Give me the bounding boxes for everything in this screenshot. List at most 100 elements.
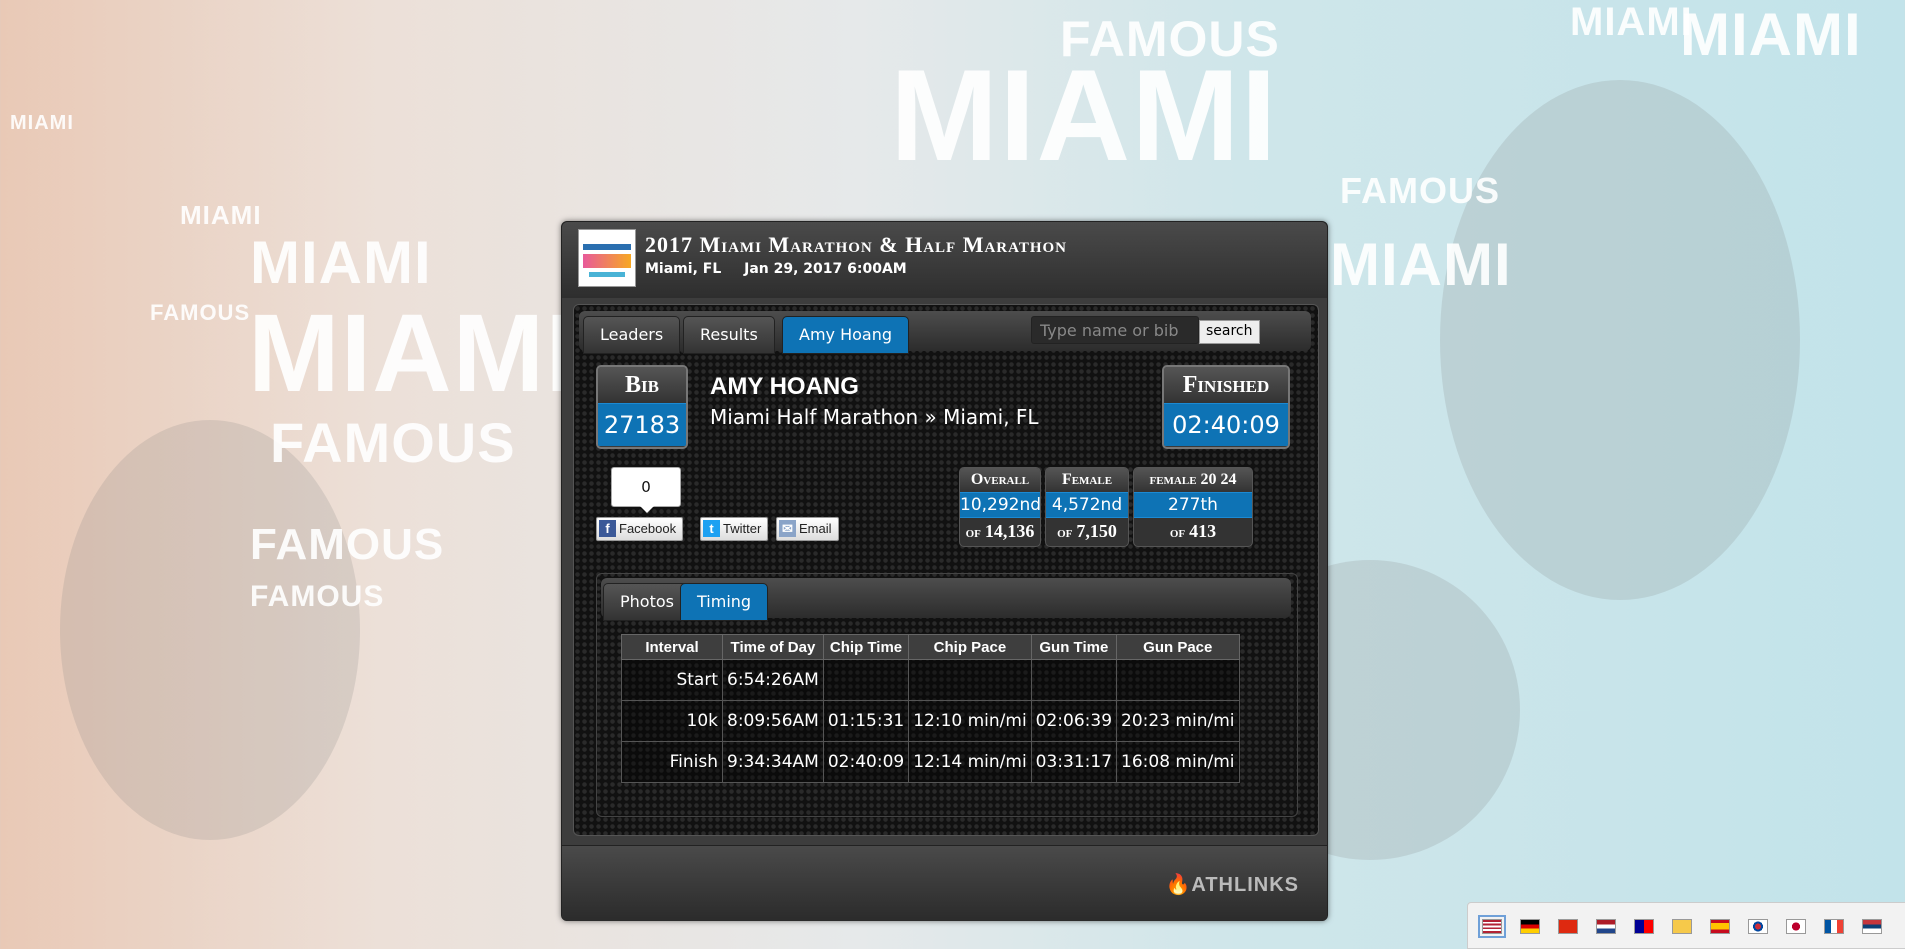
event-header: 2017 Miami Marathon & Half Marathon Miam… — [562, 222, 1327, 298]
table-cell: 12:10 min/mi — [908, 700, 1032, 742]
rank-total: of 7,150 — [1057, 521, 1117, 541]
rank-total: of 413 — [1169, 521, 1217, 541]
twitter-button[interactable]: t Twitter — [700, 517, 769, 541]
search-input[interactable] — [1031, 316, 1199, 344]
table-cell: 16:08 min/mi — [1116, 741, 1240, 783]
rank-gender: Female 4,572nd of 7,150 — [1045, 467, 1129, 547]
event-location: Miami, FL — [645, 261, 722, 277]
table-cell — [1030, 659, 1118, 701]
table-cell: 8:09:56AM — [722, 700, 824, 742]
timing-header-row: Interval Time of Day Chip Time Chip Pace… — [621, 634, 1240, 660]
flag-cn-icon[interactable] — [1558, 919, 1578, 934]
finish-time: 02:40:09 — [1164, 403, 1288, 446]
finished-box: Finished 02:40:09 — [1162, 365, 1290, 449]
table-row: Start 6:54:26AM — [621, 659, 1240, 701]
table-cell: 12:14 min/mi — [908, 741, 1032, 783]
bg-word: MIAMI — [1570, 0, 1693, 44]
main-tabbar: Leaders Results Amy Hoang search — [579, 311, 1311, 354]
table-cell: 6:54:26AM — [722, 659, 824, 701]
flame-icon: 🔥 — [1165, 874, 1192, 896]
col-header: Gun Pace — [1116, 634, 1240, 660]
twitter-label: Twitter — [723, 521, 762, 536]
col-header: Time of Day — [722, 634, 824, 660]
email-label: Email — [799, 521, 832, 536]
event-date: Jan 29, 2017 6:00AM — [744, 261, 907, 277]
splits-panel: Photos Timing Interval Time of Day Chip … — [596, 573, 1298, 817]
table-cell: 03:31:17 — [1030, 741, 1118, 783]
results-content: Leaders Results Amy Hoang search Bib 271… — [573, 304, 1319, 836]
flag-fr-icon[interactable] — [1824, 919, 1844, 934]
event-logo — [578, 229, 636, 287]
rank-label: female 20 24 — [1134, 468, 1252, 492]
panel-footer: 🔥ATHLINKS — [562, 845, 1327, 921]
tab-timing[interactable]: Timing — [680, 583, 769, 621]
language-bar — [1467, 902, 1905, 949]
rank-total: of 14,136 — [965, 521, 1035, 541]
facebook-label: Facebook — [619, 521, 677, 536]
flag-us-icon[interactable] — [1478, 915, 1506, 938]
table-cell: 10k — [621, 700, 723, 742]
facebook-icon: f — [599, 520, 616, 537]
col-header: Gun Time — [1030, 634, 1118, 660]
table-cell — [908, 659, 1032, 701]
email-icon: ✉ — [779, 520, 796, 537]
rank-place: 10,292nd — [960, 492, 1040, 518]
tab-results[interactable]: Results — [683, 316, 775, 354]
table-row: 10k 8:09:56AM 01:15:31 12:10 min/mi 02:0… — [621, 700, 1240, 742]
bg-word: FAMOUS — [250, 520, 445, 569]
col-header: Chip Pace — [908, 634, 1032, 660]
event-title: 2017 Miami Marathon & Half Marathon — [645, 232, 1068, 257]
col-header: Interval — [621, 634, 723, 660]
col-header: Chip Time — [822, 634, 910, 660]
tab-leaders[interactable]: Leaders — [583, 316, 681, 354]
email-button[interactable]: ✉ Email — [776, 517, 839, 541]
table-cell: 9:34:34AM — [722, 741, 824, 783]
table-cell: 20:23 min/mi — [1116, 700, 1240, 742]
rank-division: female 20 24 277th of 413 — [1133, 467, 1253, 547]
flag-jp-icon[interactable] — [1786, 919, 1806, 934]
rank-overall: Overall 10,292nd of 14,136 — [959, 467, 1041, 547]
flag-tw-icon[interactable] — [1634, 919, 1654, 934]
table-cell: Finish — [621, 741, 723, 783]
timing-table: Interval Time of Day Chip Time Chip Pace… — [621, 634, 1240, 783]
bg-word: FAMOUS — [1060, 11, 1280, 67]
search-button[interactable]: search — [1199, 320, 1260, 344]
flag-rs-icon[interactable] — [1862, 919, 1882, 934]
bg-word: FAMOUS — [1340, 170, 1501, 211]
finished-label: Finished — [1164, 367, 1288, 403]
bib-box: Bib 27183 — [596, 365, 688, 449]
tab-athlete[interactable]: Amy Hoang — [782, 316, 910, 354]
athlinks-logo[interactable]: 🔥ATHLINKS — [1165, 872, 1299, 897]
bg-word: MIAMI — [1330, 231, 1512, 298]
flag-es-icon[interactable] — [1710, 919, 1730, 934]
bg-word: FAMOUS — [150, 300, 251, 325]
race-name: Miami Half Marathon » Miami, FL — [710, 405, 1039, 429]
bg-word: FAMOUS — [270, 411, 516, 474]
rank-label: Overall — [960, 468, 1040, 492]
rank-place: 277th — [1134, 492, 1252, 518]
athlinks-brand: ATHLINKS — [1191, 874, 1299, 896]
facebook-button[interactable]: f Facebook — [596, 517, 684, 541]
flag-de-icon[interactable] — [1520, 919, 1540, 934]
bib-label: Bib — [598, 367, 686, 403]
table-row: Finish 9:34:34AM 02:40:09 12:14 min/mi 0… — [621, 741, 1240, 783]
table-cell: Start — [621, 659, 723, 701]
flag-misc-icon[interactable] — [1672, 919, 1692, 934]
bg-word: MIAMI — [10, 112, 74, 134]
bg-word: MIAMI — [248, 292, 577, 415]
bg-word: MIAMI — [180, 200, 262, 230]
share-count: 0 — [611, 467, 681, 513]
bg-word: MIAMI — [1680, 1, 1862, 68]
twitter-icon: t — [703, 520, 720, 537]
splits-tabbar: Photos Timing — [601, 578, 1291, 621]
flag-kr-icon[interactable] — [1748, 919, 1768, 934]
bg-word: FAMOUS — [250, 580, 385, 613]
athlete-name: AMY HOANG — [710, 373, 859, 400]
bib-number: 27183 — [598, 403, 686, 446]
rank-place: 4,572nd — [1046, 492, 1128, 518]
flag-nl-icon[interactable] — [1596, 919, 1616, 934]
table-cell — [1116, 659, 1240, 701]
table-cell: 02:06:39 — [1030, 700, 1118, 742]
event-subtitle: Miami, FL Jan 29, 2017 6:00AM — [645, 261, 925, 277]
tab-photos[interactable]: Photos — [603, 583, 691, 621]
